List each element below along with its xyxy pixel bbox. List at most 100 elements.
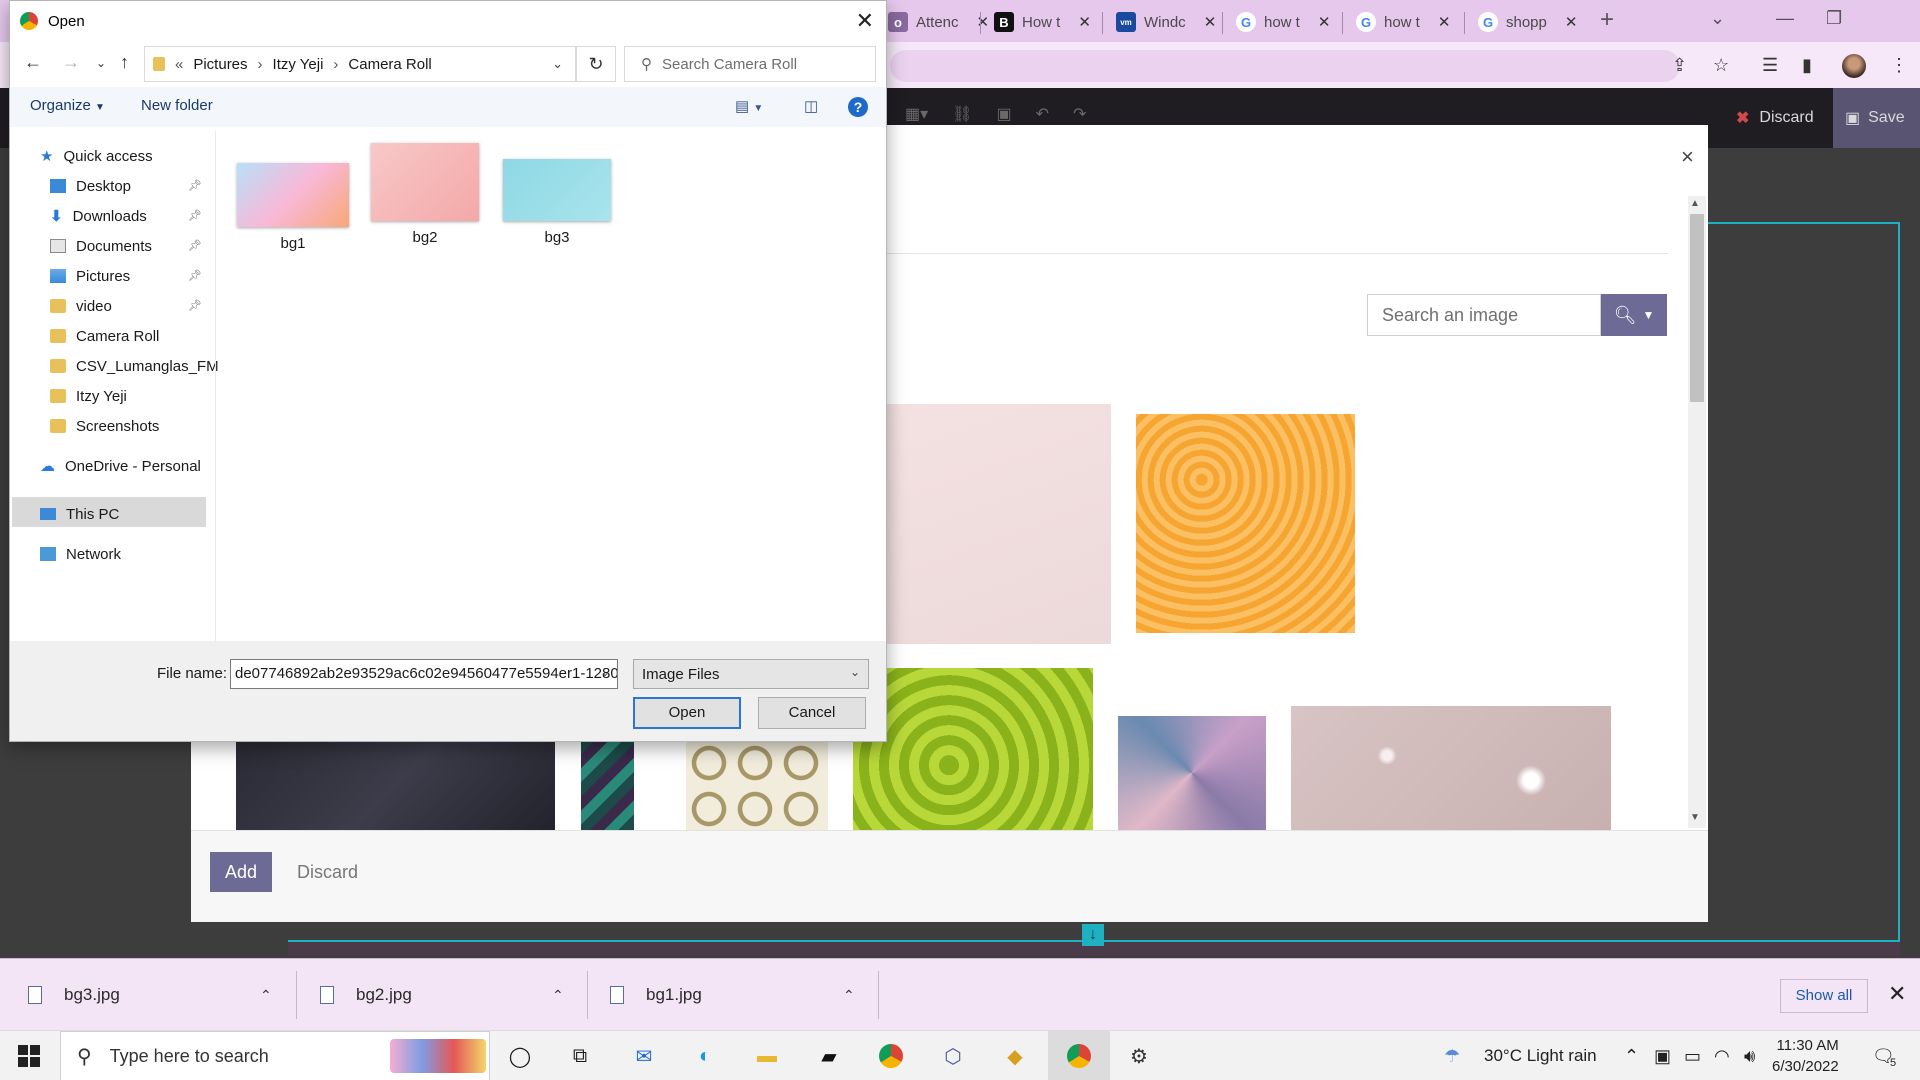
image-thumbnail-chevron[interactable] (581, 740, 634, 830)
close-icon[interactable]: × (1681, 144, 1694, 170)
table-icon[interactable]: ▦▾ (905, 104, 928, 124)
browser-tab-windows[interactable]: vm Windc ✕ (1106, 6, 1226, 38)
image-thumbnail-pink-texture[interactable] (887, 404, 1111, 644)
minimize-icon[interactable]: — (1776, 8, 1794, 29)
app-icon[interactable]: ◆ (998, 1039, 1032, 1073)
browser-tab-how-to-3[interactable]: G how t ✕ (1346, 6, 1460, 38)
download-item-bg2[interactable]: bg2.jpg (320, 959, 412, 1031)
wifi-icon[interactable]: ◠ (1714, 1046, 1730, 1067)
chrome-profile-icon[interactable] (1062, 1039, 1096, 1073)
odoo-save-button[interactable]: ▣ Save (1833, 88, 1920, 148)
new-tab-button[interactable]: + (1600, 6, 1614, 34)
browser-tab-how-to-1[interactable]: B How t ✕ (984, 6, 1101, 38)
cancel-button[interactable]: Cancel (758, 697, 866, 729)
file-bg3[interactable]: bg3 (498, 159, 616, 246)
nav-video[interactable]: video (50, 293, 112, 319)
preview-pane-icon[interactable]: ◫ (804, 97, 818, 115)
chevron-up-icon[interactable]: ⌃ (552, 987, 564, 1004)
settings-gear-icon[interactable]: ⚙ (1122, 1039, 1156, 1073)
system-clock[interactable]: 11:30 AM 6/30/2022 (1772, 1035, 1839, 1077)
chevron-down-icon[interactable]: ⌄ (850, 665, 860, 679)
virtualbox-icon[interactable]: ⬡ (936, 1039, 970, 1073)
show-all-button[interactable]: Show all (1780, 979, 1868, 1013)
nav-documents[interactable]: Documents (50, 233, 152, 259)
close-tab-icon[interactable]: ✕ (1078, 13, 1091, 31)
recent-locations-icon[interactable]: ⌄ (96, 56, 106, 70)
volume-icon[interactable]: 🔊︎ (1744, 1046, 1755, 1067)
nav-downloads[interactable]: ⬇ Downloads (50, 203, 147, 229)
browser-tab-how-to-2[interactable]: G how t ✕ (1226, 6, 1340, 38)
close-tab-icon[interactable]: ✕ (1565, 13, 1578, 31)
up-arrow-icon[interactable]: ↑ (120, 52, 129, 73)
forward-arrow-icon[interactable]: → (62, 52, 80, 73)
chrome-icon[interactable] (874, 1039, 908, 1073)
search-image-input[interactable]: Search an image (1367, 294, 1601, 336)
terminal-icon[interactable]: ▰ (812, 1039, 846, 1073)
cortana-icon[interactable]: ◯ (503, 1039, 537, 1073)
file-bg2[interactable]: bg2 (366, 143, 484, 246)
open-button[interactable]: Open (633, 697, 741, 729)
close-tab-icon[interactable]: ✕ (1438, 13, 1451, 31)
edge-icon[interactable]: ◐ (688, 1039, 722, 1073)
organize-menu[interactable]: Organize ▼ (30, 97, 105, 114)
weather-text[interactable]: 30°C Light rain (1484, 1046, 1597, 1066)
breadcrumb-pictures[interactable]: Pictures (193, 56, 247, 73)
profile-avatar[interactable] (1842, 54, 1866, 78)
chevron-up-icon[interactable]: ⌃ (1624, 1046, 1639, 1067)
back-arrow-icon[interactable]: ← (24, 52, 42, 73)
image-thumbnail-circles[interactable] (686, 740, 828, 830)
nav-desktop[interactable]: Desktop (50, 173, 131, 199)
modal-scrollbar-thumb[interactable] (1690, 214, 1704, 402)
windows-start-icon[interactable] (18, 1045, 40, 1067)
image-thumbnail-geometric[interactable] (1118, 716, 1266, 830)
add-button[interactable]: Add (210, 852, 272, 892)
nav-csv-lumanglas[interactable]: CSV_Lumanglas_FM (50, 353, 219, 379)
image-thumbnail-dark-polygon[interactable] (236, 740, 555, 830)
nav-screenshots[interactable]: Screenshots (50, 413, 159, 439)
side-panel-icon[interactable]: ▮ (1802, 55, 1812, 76)
browser-tab-shopping[interactable]: G shopp ✕ (1468, 6, 1587, 38)
close-tab-icon[interactable]: ✕ (1204, 13, 1217, 31)
restore-icon[interactable]: ❐ (1826, 8, 1842, 29)
file-bg1[interactable]: bg1 (234, 163, 352, 252)
scroll-down-icon[interactable]: ▼ (1690, 812, 1700, 823)
weather-icon[interactable]: ☂ (1444, 1046, 1460, 1067)
new-folder-button[interactable]: New folder (141, 97, 213, 114)
chrome-menu-icon[interactable]: ⋮ (1890, 55, 1908, 76)
undo-icon[interactable]: ↶ (1036, 104, 1049, 124)
refresh-button[interactable]: ↻ (576, 46, 616, 82)
breadcrumb-itzy-yeji[interactable]: Itzy Yeji (273, 56, 324, 73)
scroll-up-icon[interactable]: ▲ (1690, 198, 1700, 209)
breadcrumb-camera-roll[interactable]: Camera Roll (348, 56, 431, 73)
nav-pictures[interactable]: Pictures (50, 263, 130, 289)
view-options-icon[interactable]: ▤ ▼ (735, 97, 763, 115)
address-breadcrumb[interactable]: « Pictures › Itzy Yeji › Camera Roll ⌄ (144, 46, 576, 82)
chevron-down-icon[interactable]: ⌄ (600, 665, 610, 679)
media-icon[interactable]: ▣ (996, 104, 1011, 124)
close-icon[interactable]: ✕ (1888, 981, 1906, 1007)
bookmark-star-icon[interactable]: ☆ (1713, 55, 1729, 76)
odoo-discard-button[interactable]: ✖ Discard (1730, 88, 1814, 148)
download-item-bg3[interactable]: bg3.jpg (28, 959, 120, 1031)
download-item-bg1[interactable]: bg1.jpg (610, 959, 702, 1031)
task-view-icon[interactable]: ⧉ (563, 1039, 597, 1073)
dialog-search-input[interactable]: ⚲ Search Camera Roll (624, 46, 876, 82)
dialog-close-icon[interactable]: ✕ (856, 8, 874, 34)
address-bar[interactable] (890, 50, 1680, 82)
mail-icon[interactable]: ✉ (627, 1039, 661, 1073)
battery-icon[interactable]: ▭ (1684, 1046, 1701, 1067)
chevron-down-icon[interactable]: ⌄ (552, 56, 563, 72)
display-icon[interactable]: ▣ (1654, 1046, 1671, 1067)
link-icon[interactable]: ⛓ (952, 104, 972, 124)
reading-list-icon[interactable]: ☰ (1762, 55, 1778, 76)
help-icon[interactable]: ? (848, 97, 868, 117)
nav-camera-roll[interactable]: Camera Roll (50, 323, 159, 349)
nav-this-pc[interactable]: This PC (40, 501, 119, 527)
modal-discard-button[interactable]: Discard (297, 862, 358, 883)
search-image-button[interactable]: 🔍︎ ▼ (1601, 294, 1667, 336)
file-type-select[interactable]: Image Files (633, 659, 869, 689)
nav-quick-access[interactable]: ★ Quick access (40, 143, 153, 169)
image-thumbnail-bokeh[interactable] (1291, 706, 1611, 830)
nav-itzy-yeji[interactable]: Itzy Yeji (50, 383, 127, 409)
file-explorer-icon[interactable]: ▬ (750, 1039, 784, 1073)
